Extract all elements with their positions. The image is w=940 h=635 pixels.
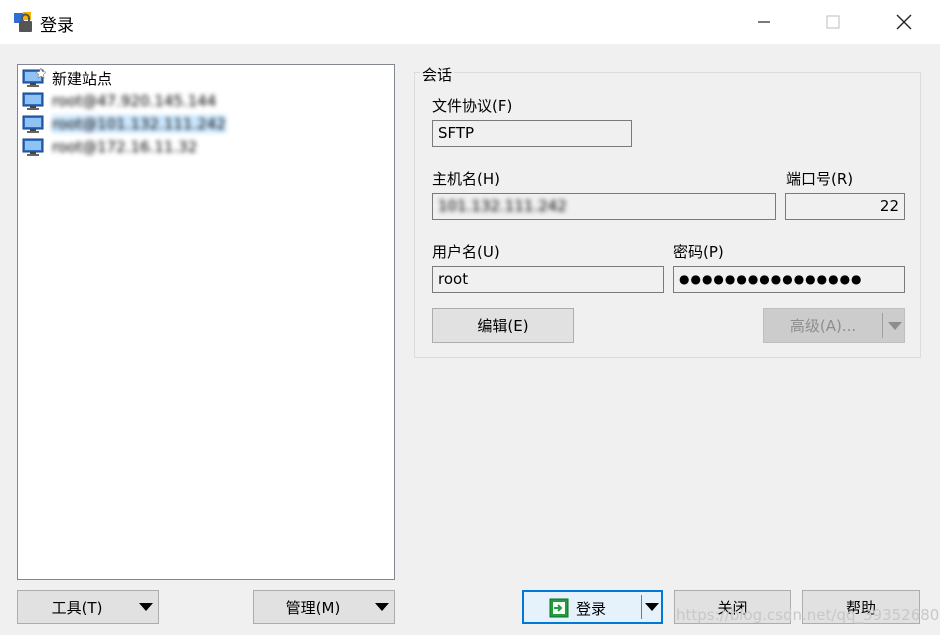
chevron-down-icon [375,603,389,611]
port-label: 端口号(R) [786,170,854,188]
manage-button-label: 管理(M) [285,598,341,617]
winscp-lock-icon [14,12,32,32]
host-input[interactable]: 101.132.111.242 [432,193,776,220]
tools-button[interactable]: 工具(T) [17,590,159,624]
site-item[interactable]: root@101.132.111.242 [22,113,392,135]
login-split-divider [641,595,642,619]
session-group-label: 会话 [420,64,455,85]
port-input[interactable]: 22 [785,193,905,220]
watermark-text: https://blog.csdn.net/qq_39352680 [676,606,940,624]
new-site-icon [22,68,46,87]
site-item-label: root@101.132.111.242 [52,115,226,133]
username-input[interactable]: root [432,266,664,293]
site-list[interactable]: 新建站点 root@47.920.145.144 root@101.132.11… [17,64,395,580]
maximize-button [810,6,856,38]
site-item-label: root@47.920.145.144 [52,92,217,110]
login-button-label: 登录 [576,600,607,618]
site-item-label: 新建站点 [52,69,113,88]
chevron-down-icon[interactable] [645,603,659,611]
host-value: 101.132.111.242 [438,197,567,215]
username-label: 用户名(U) [432,243,500,261]
host-label: 主机名(H) [432,170,500,188]
advanced-split-divider [882,313,883,338]
monitor-icon [22,138,44,156]
edit-button[interactable]: 编辑(E) [432,308,574,343]
password-label: 密码(P) [673,243,724,261]
site-item-new[interactable]: 新建站点 [22,67,392,89]
login-arrow-icon [549,598,569,618]
close-icon [896,14,912,30]
advanced-button: 高级(A)... [763,308,905,343]
close-window-button[interactable] [881,6,927,38]
manage-button[interactable]: 管理(M) [253,590,395,624]
site-item[interactable]: root@47.920.145.144 [22,90,392,112]
monitor-icon [22,115,44,133]
minimize-button[interactable] [741,6,787,38]
chevron-down-icon [888,322,902,330]
tools-button-label: 工具(T) [51,598,103,617]
monitor-icon [22,92,44,110]
site-item[interactable]: root@172.16.11.32 [22,136,392,158]
site-item-label: root@172.16.11.32 [52,138,198,156]
advanced-button-label: 高级(A)... [789,317,857,335]
title-bar [0,0,940,44]
password-input[interactable]: ●●●●●●●●●●●●●●●● [673,266,905,293]
minimize-icon [758,21,770,23]
protocol-label: 文件协议(F) [432,97,513,115]
protocol-select[interactable]: SFTP [432,120,632,147]
window-title: 登录 [40,16,74,36]
maximize-icon [826,15,840,29]
chevron-down-icon [139,603,153,611]
login-button[interactable]: 登录 [522,590,663,624]
